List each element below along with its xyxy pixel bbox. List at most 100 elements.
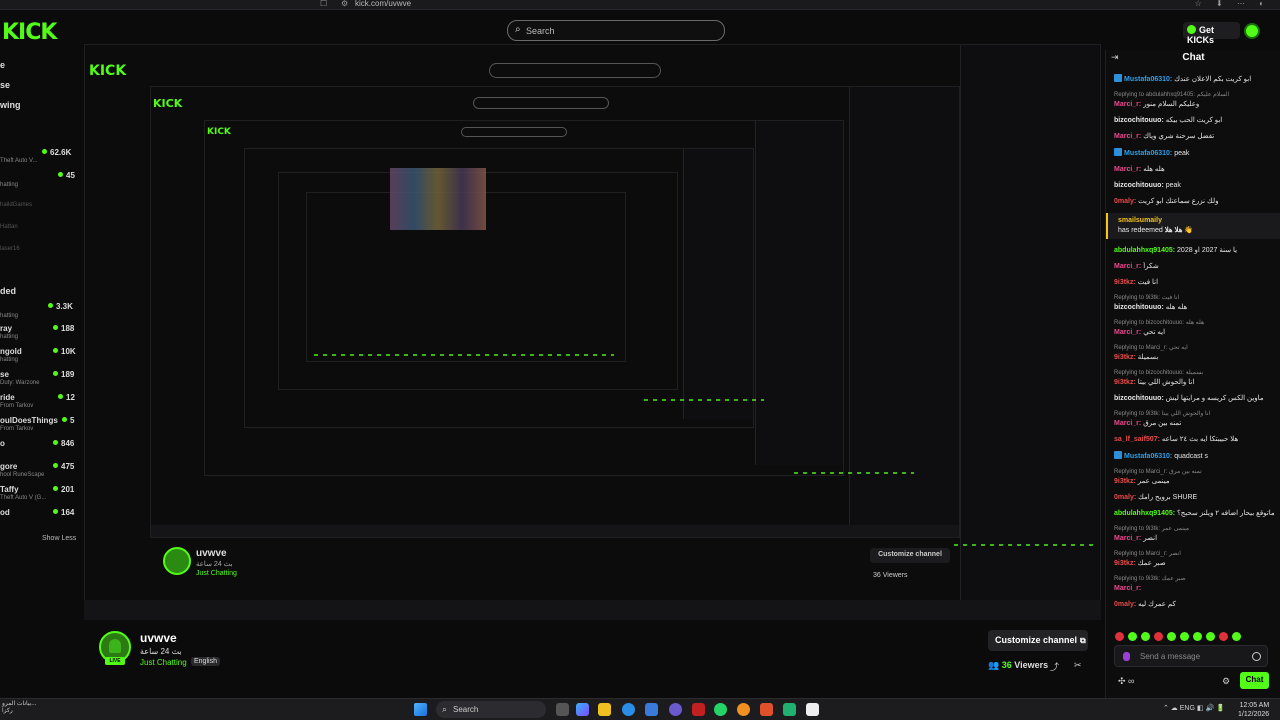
reply-preview[interactable]: Replying to Marci_r: تمنه بين مرق	[1114, 468, 1276, 477]
channel-offline[interactable]: haildGames	[0, 202, 32, 208]
reply-preview[interactable]: Replying to abdulahhxq91405: السلام عليك…	[1114, 91, 1276, 100]
taskbar-clock[interactable]: 12:05 AM 1/12/2026	[1238, 701, 1269, 719]
reply-preview[interactable]: Replying to 9i3tk: صبر عمك	[1114, 575, 1276, 584]
user-avatar[interactable]	[1244, 23, 1260, 39]
chat-username[interactable]: abdulahhxq91405:	[1114, 510, 1175, 517]
chat-message-input[interactable]: Send a message	[1114, 645, 1268, 667]
chat-username[interactable]: abdulahhxq91405:	[1114, 247, 1175, 254]
channel-name[interactable]: oulDoesThings	[0, 416, 58, 425]
channel-offline[interactable]: laser16	[0, 246, 20, 252]
channel-name[interactable]: ray	[0, 324, 12, 333]
site-info-icon[interactable]: ⚙	[341, 0, 348, 8]
chat-settings-icon[interactable]: ⚙	[1222, 676, 1230, 687]
channel-name[interactable]: od	[0, 508, 10, 517]
reply-preview[interactable]: Replying to Marci_r: ايه تحي	[1114, 344, 1276, 353]
chat-username[interactable]: Marci_r:	[1114, 329, 1141, 336]
chat-username[interactable]: 9i3tkz:	[1114, 354, 1136, 361]
taskbar-widget[interactable]: بيانات المرو... ركزا	[2, 701, 36, 715]
emote-icon[interactable]	[1141, 632, 1150, 641]
channel-name[interactable]: gore	[0, 462, 17, 471]
search-input[interactable]: ⌕ Search	[507, 20, 725, 41]
chat-username[interactable]: bizcochitouuo:	[1114, 395, 1164, 402]
chat-username[interactable]: 0maly:	[1114, 198, 1136, 205]
channel-name[interactable]: ride	[0, 393, 15, 402]
whatsapp-icon[interactable]	[714, 703, 727, 716]
bookmark-icon[interactable]: ☐	[320, 0, 327, 8]
sidebar-item-1[interactable]: se	[0, 80, 10, 90]
chat-username[interactable]: 9i3tkz:	[1114, 379, 1136, 386]
system-tray[interactable]: ⌃ ☁ ENG ◧ 🔊 🔋	[1163, 704, 1225, 712]
task-view-icon[interactable]	[556, 703, 569, 716]
channel-name[interactable]: o	[0, 439, 5, 448]
redeem-username[interactable]: smailsumaily	[1118, 217, 1162, 224]
browser-extension-icons[interactable]: ☆ ⬇ ⋯ ◐	[1195, 0, 1270, 8]
chat-username[interactable]: Marci_r:	[1114, 133, 1141, 140]
channel-name[interactable]: ngold	[0, 347, 22, 356]
chat-username[interactable]: bizcochitouuo:	[1114, 117, 1164, 124]
address-bar[interactable]: kick.com/uvwve	[355, 0, 411, 8]
stream-video-player[interactable]: KICK KICK KICK	[84, 44, 1101, 620]
channel-name[interactable]: Taffy	[0, 485, 19, 494]
chat-send-button[interactable]: Chat	[1240, 672, 1269, 689]
chat-username[interactable]: Marci_r:	[1114, 263, 1141, 270]
channel-offline[interactable]: Hattan	[0, 224, 18, 230]
language-tag[interactable]: English	[191, 657, 220, 666]
emote-icon[interactable]	[1232, 632, 1241, 641]
emote-icon[interactable]	[1180, 632, 1189, 641]
chat-username[interactable]: Marci_r:	[1114, 101, 1141, 108]
streamer-name[interactable]: uvwve	[140, 631, 177, 645]
chat-username[interactable]: 0maly:	[1114, 494, 1136, 501]
chat-username[interactable]: Mustafa06310:	[1124, 150, 1172, 157]
start-menu-icon[interactable]	[414, 703, 427, 716]
show-less-button[interactable]: Show Less	[42, 535, 76, 542]
reply-preview[interactable]: Replying to Marci_r: انصر	[1114, 550, 1276, 559]
clip-icon[interactable]: ✂	[1074, 660, 1082, 671]
taskbar-search[interactable]: ⌕ Search	[436, 701, 546, 718]
channel-category[interactable]: Theft Auto V...	[0, 158, 37, 164]
share-icon[interactable]: ⤴	[1050, 660, 1059, 673]
reply-preview[interactable]: Replying to 9i3tk: انا والحوش اللي بيتا	[1114, 410, 1276, 419]
chat-username[interactable]: bizcochitouuo:	[1114, 304, 1164, 311]
emote-icon[interactable]	[1128, 632, 1137, 641]
stream-category-link[interactable]: Just Chatting	[140, 658, 187, 667]
app-icon[interactable]	[692, 703, 705, 716]
emote-icon[interactable]	[1193, 632, 1202, 641]
channel-category[interactable]: hatting	[0, 313, 18, 319]
chat-username[interactable]: Mustafa06310:	[1124, 76, 1172, 83]
emote-icon[interactable]	[1115, 632, 1124, 641]
sidebar-item-2[interactable]: wing	[0, 100, 21, 110]
chat-username[interactable]: Mustafa06310:	[1124, 453, 1172, 460]
chat-username[interactable]: bizcochitouuo:	[1114, 182, 1164, 189]
chat-username[interactable]: 9i3tkz:	[1114, 279, 1136, 286]
mic-icon[interactable]	[1123, 652, 1130, 661]
copilot-icon[interactable]	[576, 703, 589, 716]
get-kicks-button[interactable]: Get KICKs	[1183, 22, 1240, 45]
chat-username[interactable]: Marci_r:	[1114, 585, 1141, 592]
file-explorer-icon[interactable]	[598, 703, 611, 716]
kick-logo[interactable]: KICK	[2, 20, 57, 45]
chat-username[interactable]: 0maly:	[1114, 601, 1136, 608]
chat-username[interactable]: 9i3tkz:	[1114, 478, 1136, 485]
mail-icon[interactable]	[645, 703, 658, 716]
sidebar-item-0[interactable]: e	[0, 60, 5, 70]
discord-icon[interactable]	[669, 703, 682, 716]
channel-name[interactable]: se	[0, 370, 9, 379]
brave-icon[interactable]	[760, 703, 773, 716]
emote-icon[interactable]	[1206, 632, 1215, 641]
channel-category[interactable]: hatting	[0, 182, 18, 188]
reply-preview[interactable]: Replying to bizcochitouuo: هله هله	[1114, 319, 1276, 328]
chat-username[interactable]: sa_lf_saif507:	[1114, 436, 1160, 443]
reply-preview[interactable]: Replying to 9i3tk: مينمى عمر	[1114, 525, 1276, 534]
chat-username[interactable]: Marci_r:	[1114, 535, 1141, 542]
chat-rewards-icon[interactable]: ✣ ∞	[1118, 676, 1134, 687]
reply-preview[interactable]: Replying to 9i3tk: انا فيت	[1114, 294, 1276, 303]
emote-icon[interactable]	[1167, 632, 1176, 641]
chrome-icon[interactable]	[737, 703, 750, 716]
emote-icon[interactable]	[1154, 632, 1163, 641]
chat-username[interactable]: 9i3tkz:	[1114, 560, 1136, 567]
chat-username[interactable]: Marci_r:	[1114, 420, 1141, 427]
notepad-icon[interactable]	[806, 703, 819, 716]
emoji-picker-icon[interactable]	[1252, 652, 1261, 661]
customize-channel-button[interactable]: Customize channel ⧉	[988, 630, 1088, 651]
chat-username[interactable]: Marci_r:	[1114, 166, 1141, 173]
